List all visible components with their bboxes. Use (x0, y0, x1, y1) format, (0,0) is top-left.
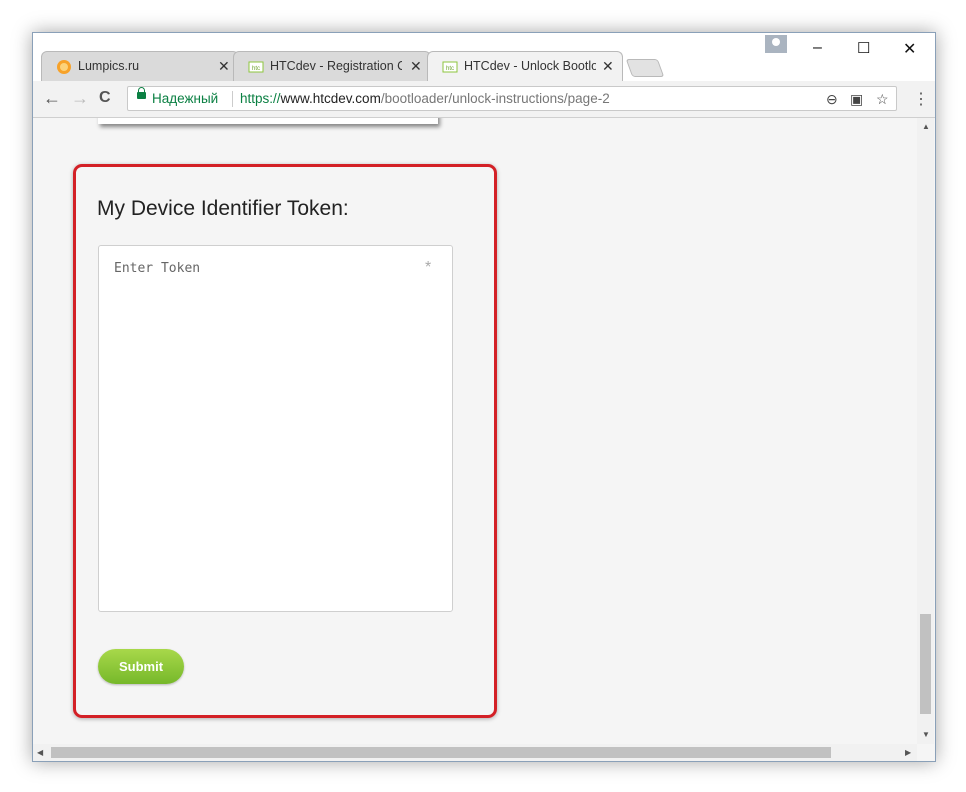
form-title: My Device Identifier Token: (97, 197, 349, 220)
required-mark: * (425, 259, 432, 276)
back-button[interactable]: ← (43, 88, 61, 109)
orange-favicon-icon (57, 60, 71, 74)
forward-button[interactable]: → (71, 88, 89, 109)
translate-icon[interactable]: ▣ (850, 91, 863, 108)
close-window-button[interactable]: ✕ (903, 39, 916, 59)
svg-text:htc: htc (446, 66, 454, 72)
security-label: Надежный (152, 91, 219, 106)
url-host: www.htcdev.com (280, 91, 381, 106)
svg-text:htc: htc (252, 66, 260, 72)
divider (232, 91, 233, 107)
token-form-panel: My Device Identifier Token: * Submit (73, 164, 497, 718)
bookmark-star-icon[interactable]: ☆ (876, 91, 889, 108)
tab-label: HTCdev - Registration Co (270, 59, 402, 73)
url-scheme: https:// (240, 91, 281, 106)
htc-favicon-icon: htc (442, 61, 458, 73)
tab-strip: – ☐ ✕ Lumpics.ru ✕ htc HTCdev - Registra… (33, 33, 935, 81)
page-content: My Device Identifier Token: * Submit (33, 118, 917, 745)
tab-close-icon[interactable]: ✕ (410, 58, 422, 75)
scroll-left-icon[interactable]: ◀ (37, 748, 43, 757)
vertical-scrollbar[interactable]: ▲ ▼ (917, 118, 934, 744)
horizontal-scroll-thumb[interactable] (51, 747, 831, 758)
token-input[interactable] (98, 245, 453, 612)
maximize-button[interactable]: ☐ (857, 39, 870, 57)
tab-label: HTCdev - Unlock Bootloa (464, 59, 596, 73)
address-bar[interactable]: Надежный https://www.htcdev.com/bootload… (127, 86, 897, 111)
tab-close-icon[interactable]: ✕ (602, 58, 614, 75)
tab-label: Lumpics.ru (78, 59, 140, 73)
previous-section-box (98, 118, 438, 124)
browser-window: – ☐ ✕ Lumpics.ru ✕ htc HTCdev - Registra… (32, 32, 936, 762)
zoom-icon[interactable]: ⊖ (826, 91, 838, 108)
scroll-up-icon[interactable]: ▲ (922, 122, 930, 131)
tab-close-icon[interactable]: ✕ (218, 58, 230, 75)
profile-icon[interactable] (765, 35, 787, 53)
htc-favicon-icon: htc (248, 61, 264, 73)
new-tab-button[interactable] (625, 59, 665, 77)
scroll-right-icon[interactable]: ▶ (905, 748, 911, 757)
lock-icon (137, 87, 146, 99)
tab-lumpics[interactable]: Lumpics.ru ✕ (41, 51, 239, 81)
submit-button[interactable]: Submit (98, 649, 184, 684)
horizontal-scrollbar[interactable]: ◀ ▶ (33, 744, 917, 761)
minimize-button[interactable]: – (813, 39, 822, 57)
toolbar: ← → C Надежный https://www.htcdev.com/bo… (33, 81, 935, 118)
tab-htc-unlock[interactable]: htc HTCdev - Unlock Bootloa ✕ (427, 51, 623, 81)
url-path: /bootloader/unlock-instructions/page-2 (380, 91, 610, 106)
vertical-scroll-thumb[interactable] (920, 614, 931, 714)
scroll-down-icon[interactable]: ▼ (922, 730, 930, 739)
menu-button[interactable]: ⋮ (913, 89, 929, 109)
reload-button[interactable]: C (99, 89, 111, 107)
tab-htc-registration[interactable]: htc HTCdev - Registration Co ✕ (233, 51, 431, 81)
url-text: https://www.htcdev.com/bootloader/unlock… (240, 91, 610, 106)
